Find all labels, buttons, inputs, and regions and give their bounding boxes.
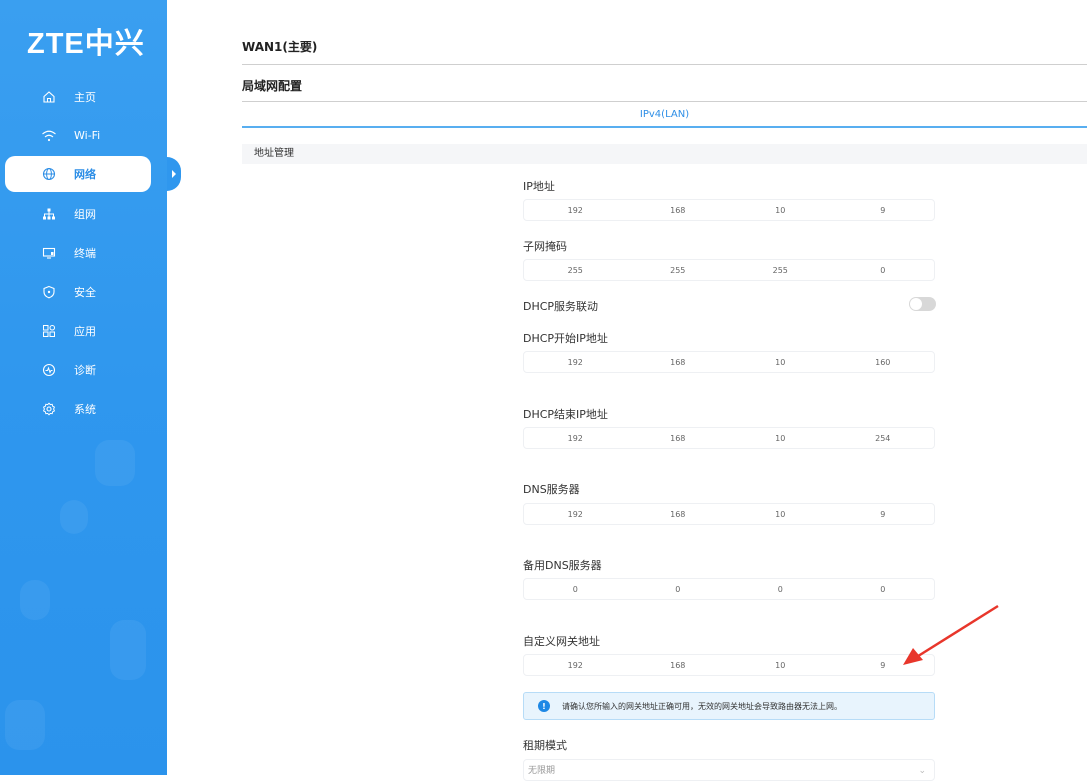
ip-octet[interactable]: 9	[832, 200, 935, 220]
sidebar-item-apps[interactable]: 应用	[0, 311, 167, 350]
sidebar-item-system[interactable]: 系统	[0, 389, 167, 428]
ip-octet[interactable]: 0	[524, 579, 627, 599]
sidebar-item-label: Wi-Fi	[74, 129, 101, 142]
ip-octet[interactable]: 10	[729, 352, 832, 372]
sidebar-item-network[interactable]: 网络	[5, 156, 151, 192]
mask-octet[interactable]: 255	[729, 260, 832, 280]
sidebar-item-home[interactable]: 主页	[0, 77, 167, 116]
backup-dns-input[interactable]: 0 0 0 0	[523, 578, 935, 600]
ip-octet[interactable]: 10	[729, 655, 832, 675]
ip-address-input[interactable]: 192 168 10 9	[523, 199, 935, 221]
ip-octet[interactable]: 168	[627, 352, 730, 372]
sidebar-nav: 主页 Wi-Fi 网络 组网 终端 安全 应用 诊断 系统	[0, 77, 167, 428]
backup-dns-label: 备用DNS服务器	[523, 559, 602, 572]
ip-octet[interactable]: 192	[524, 200, 627, 220]
caret-right-icon	[172, 170, 176, 178]
ip-octet[interactable]: 254	[832, 428, 935, 448]
diagnose-icon	[40, 361, 58, 379]
gateway-warning-notice: ! 请确认您所输入的网关地址正确可用，无效的网关地址会导致路由器无法上网。	[523, 692, 935, 720]
dhcp-start-input[interactable]: 192 168 10 160	[523, 351, 935, 373]
divider	[242, 101, 1087, 102]
sidebar-item-label: 系统	[74, 402, 96, 416]
lease-mode-label: 租期模式	[523, 739, 567, 752]
dns-input[interactable]: 192 168 10 9	[523, 503, 935, 525]
sidebar-item-mesh[interactable]: 组网	[0, 194, 167, 233]
ip-octet[interactable]: 192	[524, 428, 627, 448]
ip-octet[interactable]: 168	[627, 428, 730, 448]
dhcp-start-label: DHCP开始IP地址	[523, 332, 608, 345]
ip-octet[interactable]: 0	[627, 579, 730, 599]
ip-octet[interactable]: 10	[729, 504, 832, 524]
lease-mode-select[interactable]: 无限期 ⌄	[523, 759, 935, 781]
sidebar-collapse-toggle[interactable]	[167, 157, 181, 191]
sidebar-item-devices[interactable]: 终端	[0, 233, 167, 272]
ip-octet[interactable]: 192	[524, 655, 627, 675]
subnet-mask-label: 子网掩码	[523, 240, 567, 253]
red-annotation-arrow	[903, 604, 999, 665]
ip-octet[interactable]: 10	[729, 428, 832, 448]
mask-octet[interactable]: 255	[627, 260, 730, 280]
sidebar-item-label: 主页	[74, 90, 96, 104]
toggle-knob	[910, 298, 922, 310]
ip-octet[interactable]: 0	[832, 579, 935, 599]
mesh-icon	[40, 205, 58, 223]
chevron-down-icon: ⌄	[918, 766, 926, 776]
sidebar: ZTE中兴 主页 Wi-Fi 网络 组网 终端 安全 应用 诊断 系统	[0, 0, 167, 775]
custom-gateway-label: 自定义网关地址	[523, 635, 600, 648]
sidebar-item-label: 终端	[74, 246, 96, 260]
ip-octet[interactable]: 168	[627, 504, 730, 524]
mask-octet[interactable]: 255	[524, 260, 627, 280]
sidebar-item-label: 网络	[74, 168, 96, 181]
tab-ipv4-lan[interactable]: IPv4(LAN)	[242, 104, 1087, 128]
gear-icon	[40, 400, 58, 418]
divider	[242, 64, 1087, 65]
ip-octet[interactable]: 192	[524, 504, 627, 524]
home-icon	[40, 88, 58, 106]
sidebar-item-label: 应用	[74, 324, 96, 338]
dhcp-end-label: DHCP结束IP地址	[523, 408, 608, 421]
sidebar-item-security[interactable]: 安全	[0, 272, 167, 311]
section-header-address-management: 地址管理	[242, 144, 1087, 164]
sidebar-item-label: 诊断	[74, 363, 96, 377]
wifi-icon	[40, 127, 58, 145]
shield-icon	[40, 283, 58, 301]
sidebar-item-wifi[interactable]: Wi-Fi	[0, 116, 167, 155]
zte-logo: ZTE中兴	[27, 28, 145, 60]
wan-title: WAN1(主要)	[242, 40, 318, 54]
globe-icon	[40, 165, 58, 183]
ip-octet[interactable]: 192	[524, 352, 627, 372]
ip-octet[interactable]: 0	[729, 579, 832, 599]
dns-label: DNS服务器	[523, 483, 580, 496]
apps-icon	[40, 322, 58, 340]
monitor-icon	[40, 244, 58, 262]
sidebar-item-label: 组网	[74, 207, 96, 221]
sidebar-item-diagnose[interactable]: 诊断	[0, 350, 167, 389]
ip-octet[interactable]: 9	[832, 504, 935, 524]
subnet-mask-input[interactable]: 255 255 255 0	[523, 259, 935, 281]
custom-gateway-input[interactable]: 192 168 10 9	[523, 654, 935, 676]
notice-text: 请确认您所输入的网关地址正确可用，无效的网关地址会导致路由器无法上网。	[562, 701, 842, 711]
info-icon: !	[538, 700, 550, 712]
mask-octet[interactable]: 0	[832, 260, 935, 280]
ip-octet[interactable]: 10	[729, 200, 832, 220]
sidebar-item-label: 安全	[74, 285, 96, 299]
ip-octet[interactable]: 168	[627, 655, 730, 675]
ip-octet[interactable]: 168	[627, 200, 730, 220]
dhcp-link-toggle[interactable]	[909, 297, 936, 311]
ip-octet[interactable]: 160	[832, 352, 935, 372]
ip-label: IP地址	[523, 180, 555, 193]
dhcp-end-input[interactable]: 192 168 10 254	[523, 427, 935, 449]
lan-config-title: 局域网配置	[242, 79, 303, 93]
dhcp-link-label: DHCP服务联动	[523, 300, 599, 313]
